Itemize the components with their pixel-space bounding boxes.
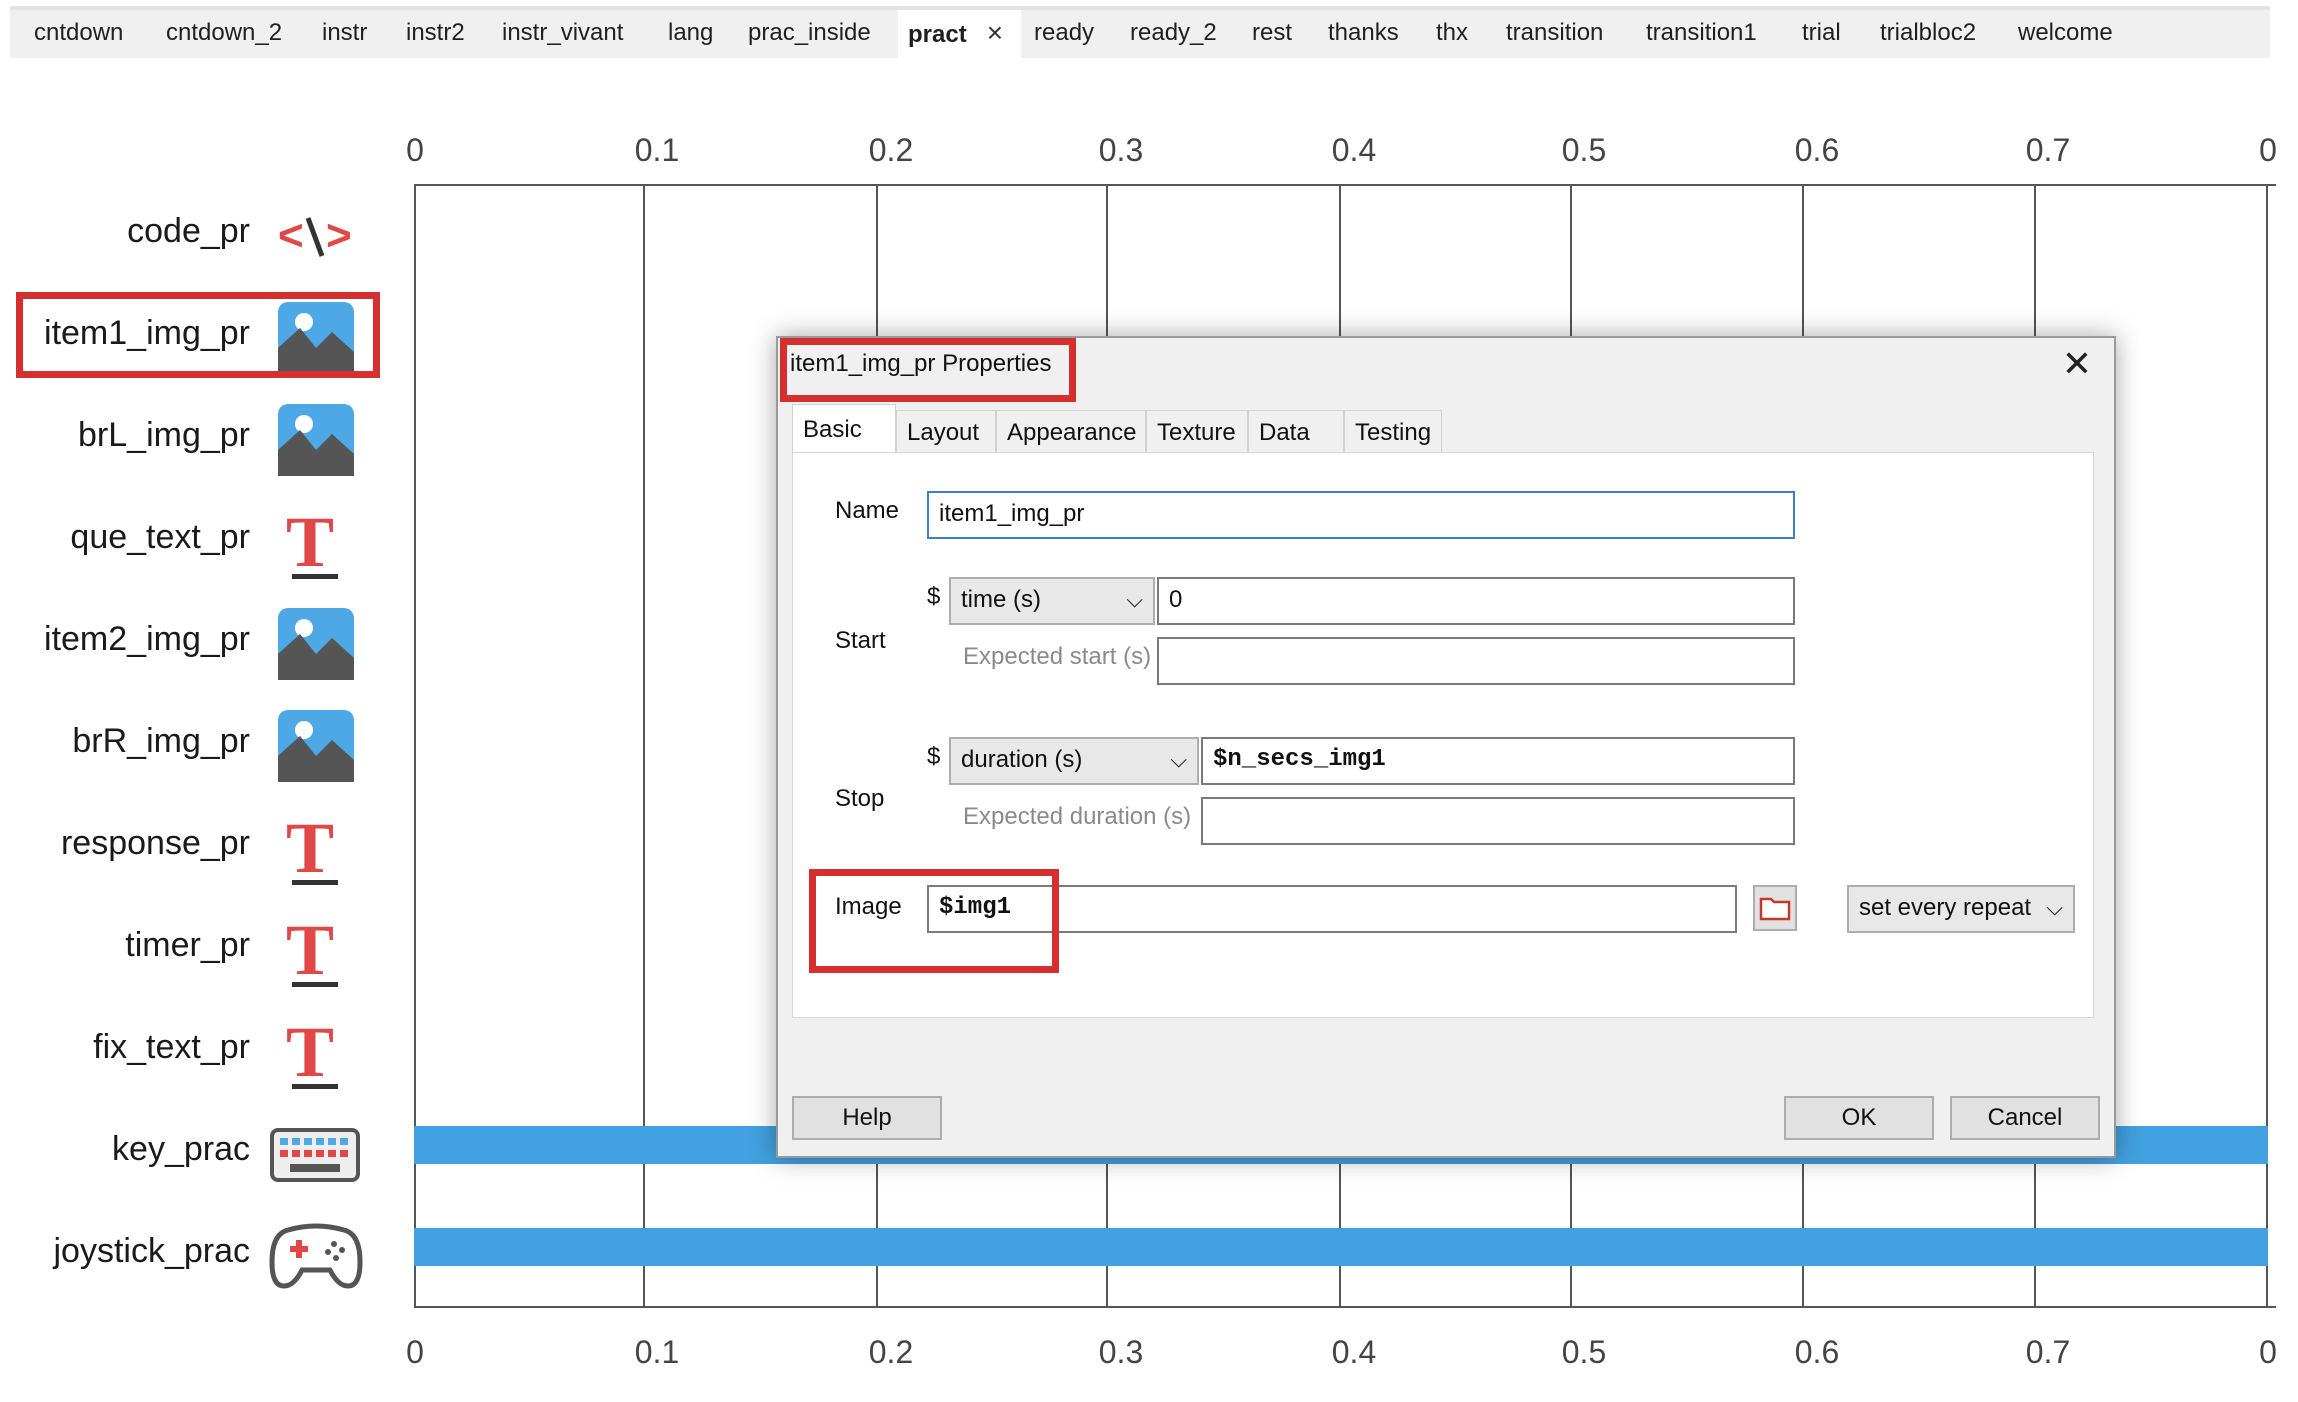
axis-line-bottom [414,1306,2276,1308]
chevron-down-icon: ⌵ [2046,895,2063,920]
axis-tick-label: 0.2 [868,1334,914,1370]
expected-start-label: Expected start (s) [963,643,1152,670]
component-bar-joystick-prac[interactable] [414,1228,2268,1266]
stop-dollar-label: $ [927,743,941,770]
properties-dialog: item1_img_pr Properties ✕ Basic Layout A… [776,336,2116,1158]
start-type-value: time (s) [961,586,1041,613]
cancel-button[interactable]: Cancel [1950,1096,2100,1140]
stop-label: Stop [835,785,885,812]
axis-tick-label: 0.3 [1098,132,1144,168]
stop-type-select[interactable]: duration (s) ⌵ [949,737,1199,785]
highlight-image-field [809,869,1059,973]
axis-tick-label: 0.1 [634,132,680,168]
browse-folder-button[interactable] [1753,885,1797,931]
axis-tick-label: 0.4 [1331,132,1377,168]
start-value-field[interactable]: 0 [1157,577,1795,625]
axis-tick-label: 0.7 [2025,1334,2071,1370]
highlight-dialog-title [780,338,1076,402]
svg-text:<: < [278,211,304,260]
start-label: Start [835,627,886,654]
tab-testing[interactable]: Testing [1344,410,1442,454]
component-label-code-pr[interactable]: code_pr [127,212,250,251]
svg-text:>: > [326,211,352,260]
stop-value-field[interactable]: $n_secs_img1 [1201,737,1795,785]
component-label-que-text-pr[interactable]: que_text_pr [70,518,250,557]
axis-tick-label: 0 [2259,132,2277,168]
axis-tick-label: 0.3 [1098,1334,1144,1370]
text-icon[interactable]: T [274,904,358,994]
svg-text:T: T [286,910,334,990]
axis-tick-label: 0 [2259,1334,2277,1370]
tab-data[interactable]: Data [1248,410,1344,454]
name-field[interactable]: item1_img_pr [927,491,1795,539]
folder-icon [1759,897,1791,921]
help-button[interactable]: Help [792,1096,942,1140]
text-icon[interactable]: T [274,496,358,586]
dialog-close-icon[interactable]: ✕ [2062,346,2092,382]
name-label: Name [835,497,900,524]
basic-panel: Name item1_img_pr Start $ time (s) ⌵ 0 Ex… [792,452,2094,1018]
component-label-key-prac[interactable]: key_prac [112,1130,250,1169]
axis-tick-label: 0 [406,1334,424,1370]
axis-tick-label: 0.2 [868,132,914,168]
component-label-fix-text-pr[interactable]: fix_text_pr [93,1028,250,1067]
keyboard-icon[interactable] [268,1108,364,1198]
component-label-brl-img-pr[interactable]: brL_img_pr [78,416,250,455]
image-icon[interactable] [274,598,358,688]
expected-duration-label: Expected duration (s) [963,803,1192,830]
stop-type-value: duration (s) [961,746,1083,773]
svg-text:T: T [286,1012,334,1092]
tab-layout[interactable]: Layout [896,410,996,454]
chevron-down-icon: ⌵ [1126,587,1143,612]
axis-tick-label: 0 [406,132,424,168]
component-label-item2-img-pr[interactable]: item2_img_pr [44,620,250,659]
component-label-joystick-prac[interactable]: joystick_prac [53,1232,250,1271]
ok-button[interactable]: OK [1784,1096,1934,1140]
svg-text:T: T [286,808,334,888]
axis-line-top [414,184,2276,186]
axis-tick-label: 0.7 [2025,132,2071,168]
axis-tick-label: 0.5 [1561,1334,1607,1370]
expected-duration-field[interactable] [1201,797,1795,845]
svg-text:T: T [286,502,334,582]
joystick-icon[interactable] [268,1210,364,1300]
start-dollar-label: $ [927,583,941,610]
axis-tick-label: 0.5 [1561,132,1607,168]
start-type-select[interactable]: time (s) ⌵ [949,577,1155,625]
text-icon[interactable]: T [274,802,358,892]
image-update-value: set every repeat [1859,894,2032,921]
expected-start-field[interactable] [1157,637,1795,685]
component-label-brr-img-pr[interactable]: brR_img_pr [72,722,250,761]
component-label-response-pr[interactable]: response_pr [61,824,250,863]
text-icon[interactable]: T [274,1006,358,1096]
axis-tick-label: 0.4 [1331,1334,1377,1370]
chevron-down-icon: ⌵ [1170,747,1187,772]
tab-basic[interactable]: Basic [792,404,896,452]
tab-appearance[interactable]: Appearance [996,410,1146,454]
axis-tick-label: 0.6 [1794,132,1840,168]
axis-tick-label: 0.6 [1794,1334,1840,1370]
highlight-item1-img-pr [16,292,380,378]
image-update-select[interactable]: set every repeat ⌵ [1847,885,2075,933]
code-icon[interactable]: < > [274,190,358,280]
image-icon[interactable] [274,700,358,790]
component-label-timer-pr[interactable]: timer_pr [125,926,250,965]
image-icon[interactable] [274,394,358,484]
axis-tick-label: 0.1 [634,1334,680,1370]
tab-texture[interactable]: Texture [1146,410,1248,454]
